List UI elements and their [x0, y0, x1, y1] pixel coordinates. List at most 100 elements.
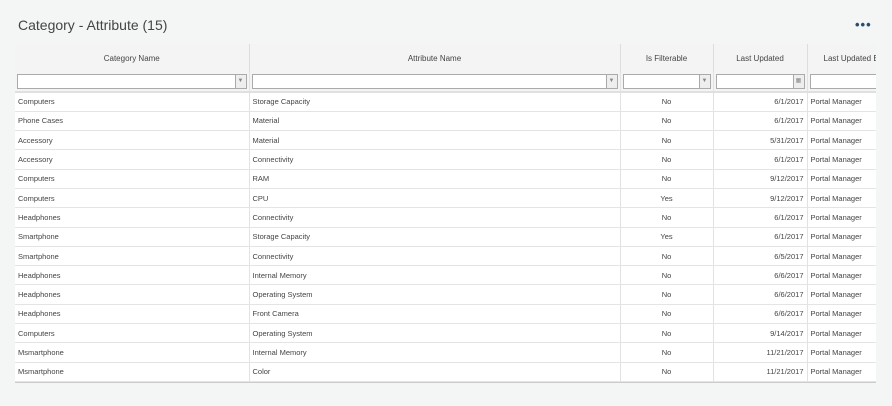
last-updated-cell: 6/6/2017	[713, 304, 808, 325]
table-row[interactable]: Headphones Internal Memory No 6/6/2017 Porta…	[15, 265, 876, 286]
last-updated-by-cell: Portal Manager	[807, 362, 876, 382]
category-attribute-grid: Category Name Attribute Name Is Filterab…	[15, 44, 876, 383]
is-filterable-cell: No	[620, 362, 714, 382]
last-updated-by-cell: Portal Manager	[807, 304, 876, 325]
table-row[interactable]: Headphones Front Camera No 6/6/2017 Portal M…	[15, 304, 876, 325]
more-options-icon[interactable]: •••	[855, 17, 872, 32]
last-updated-cell: 6/1/2017	[713, 207, 808, 228]
last-updated-by-cell: Portal Manager	[807, 169, 876, 189]
last-updated-by-cell: Portal Manager	[807, 149, 876, 170]
category-name-cell: Phone Cases	[15, 111, 250, 132]
last-updated-by-cell: Portal Manager	[807, 342, 876, 363]
table-row[interactable]: Headphones Operating System No 6/6/2017 Port…	[15, 284, 876, 305]
last-updated-cell: 11/21/2017	[713, 342, 808, 363]
last-updated-by-cell: Portal Manager	[807, 323, 876, 344]
category-name-cell: Accessory	[15, 149, 250, 170]
last-updated-cell: 9/14/2017	[713, 323, 808, 344]
is-filterable-cell: No	[620, 130, 714, 151]
column-header-last-updated-by[interactable]: Last Updated By	[807, 44, 876, 72]
table-row[interactable]: Computers Storage Capacity No 6/1/2017 Porta…	[15, 92, 876, 112]
is-filterable-cell: No	[620, 342, 714, 363]
last-updated-cell: 6/5/2017	[713, 246, 808, 267]
category-name-filter[interactable]	[18, 75, 235, 88]
attribute-name-cell: Internal Memory	[249, 342, 621, 363]
chevron-down-icon[interactable]: ▼	[605, 75, 617, 88]
table-row[interactable]: Msmartphone Color No 11/21/2017 Portal Manag…	[15, 362, 876, 382]
attribute-name-cell: Internal Memory	[249, 265, 621, 286]
last-updated-cell: 6/1/2017	[713, 227, 808, 247]
last-updated-by-cell: Portal Manager	[807, 130, 876, 151]
attribute-name-cell: Material	[249, 111, 621, 132]
attribute-name-cell: CPU	[249, 188, 621, 209]
column-header-attribute-name[interactable]: Attribute Name	[249, 44, 621, 72]
is-filterable-cell: No	[620, 149, 714, 170]
last-updated-cell: 9/12/2017	[713, 169, 808, 189]
last-updated-by-cell: Portal Manager	[807, 265, 876, 286]
attribute-name-cell: Front Camera	[249, 304, 621, 325]
last-updated-by-cell: Portal Manager	[807, 284, 876, 305]
attribute-name-cell: Connectivity	[249, 149, 621, 170]
is-filterable-cell: Yes	[620, 227, 714, 247]
header-row: Category Name Attribute Name Is Filterab…	[15, 44, 876, 72]
is-filterable-cell: No	[620, 169, 714, 189]
table-row[interactable]: Computers RAM No 9/12/2017 Portal Manager	[15, 169, 876, 189]
category-name-cell: Headphones	[15, 284, 250, 305]
last-updated-by-cell: Portal Manager	[807, 92, 876, 112]
attribute-name-filter[interactable]	[252, 75, 606, 88]
last-updated-by-cell: Portal Manager	[807, 111, 876, 132]
table-row[interactable]: Headphones Connectivity No 6/1/2017 Portal M…	[15, 207, 876, 228]
last-updated-by-cell: Portal Manager	[807, 227, 876, 247]
is-filterable-cell: No	[620, 246, 714, 267]
last-updated-by-cell: Portal Manager	[807, 188, 876, 209]
attribute-name-cell: Operating System	[249, 284, 621, 305]
last-updated-by-filter[interactable]	[810, 75, 876, 88]
attribute-name-cell: Color	[249, 362, 621, 382]
attribute-name-cell: RAM	[249, 169, 621, 189]
is-filterable-cell: No	[620, 207, 714, 228]
page-title: Category - Attribute (15)	[18, 17, 168, 33]
last-updated-by-cell: Portal Manager	[807, 246, 876, 267]
chevron-down-icon[interactable]: ▼	[234, 75, 246, 88]
category-name-cell: Headphones	[15, 207, 250, 228]
last-updated-cell: 6/1/2017	[713, 92, 808, 112]
attribute-name-cell: Storage Capacity	[249, 92, 621, 112]
last-updated-cell: 6/6/2017	[713, 284, 808, 305]
attribute-name-cell: Material	[249, 130, 621, 151]
is-filterable-cell: No	[620, 304, 714, 325]
last-updated-cell: 9/12/2017	[713, 188, 808, 209]
attribute-name-cell: Connectivity	[249, 207, 621, 228]
is-filterable-cell: No	[620, 284, 714, 305]
table-row[interactable]: Msmartphone Internal Memory No 11/21/2017 Po…	[15, 342, 876, 363]
attribute-name-cell: Connectivity	[249, 246, 621, 267]
column-header-is-filterable[interactable]: Is Filterable	[620, 44, 714, 72]
category-name-cell: Computers	[15, 169, 250, 189]
last-updated-cell: 6/6/2017	[713, 265, 808, 286]
column-header-category-name[interactable]: Category Name	[15, 44, 250, 72]
chevron-down-icon[interactable]: ▼	[698, 75, 710, 88]
table-row[interactable]: Smartphone Connectivity No 6/5/2017 Portal M…	[15, 246, 876, 267]
category-name-cell: Smartphone	[15, 227, 250, 247]
is-filterable-filter[interactable]	[623, 75, 699, 88]
table-row[interactable]: Computers CPU Yes 9/12/2017 Portal Manager	[15, 188, 876, 209]
last-updated-filter[interactable]	[716, 75, 793, 88]
is-filterable-cell: No	[620, 323, 714, 344]
category-name-cell: Computers	[15, 188, 250, 209]
category-name-cell: Computers	[15, 92, 250, 112]
last-updated-by-cell: Portal Manager	[807, 207, 876, 228]
calendar-icon[interactable]: ▦	[792, 75, 804, 88]
last-updated-cell: 6/1/2017	[713, 111, 808, 132]
column-header-last-updated[interactable]: Last Updated	[713, 44, 808, 72]
attribute-name-cell: Operating System	[249, 323, 621, 344]
attribute-name-cell: Storage Capacity	[249, 227, 621, 247]
category-name-cell: Msmartphone	[15, 362, 250, 382]
table-row[interactable]: Phone Cases Material No 6/1/2017 Portal Mana…	[15, 111, 876, 132]
is-filterable-cell: No	[620, 111, 714, 132]
table-row[interactable]: Smartphone Storage Capacity Yes 6/1/2017 Por…	[15, 227, 876, 247]
table-row[interactable]: Accessory Connectivity No 6/1/2017 Portal Ma…	[15, 149, 876, 170]
table-row[interactable]: Accessory Material No 5/31/2017 Portal Manag…	[15, 130, 876, 151]
category-name-cell: Smartphone	[15, 246, 250, 267]
table-row[interactable]: Computers Operating System No 9/14/2017 Port…	[15, 323, 876, 344]
is-filterable-cell: No	[620, 265, 714, 286]
category-name-cell: Computers	[15, 323, 250, 344]
filter-row: ▼ ▼ ▼ ▦	[15, 72, 876, 93]
